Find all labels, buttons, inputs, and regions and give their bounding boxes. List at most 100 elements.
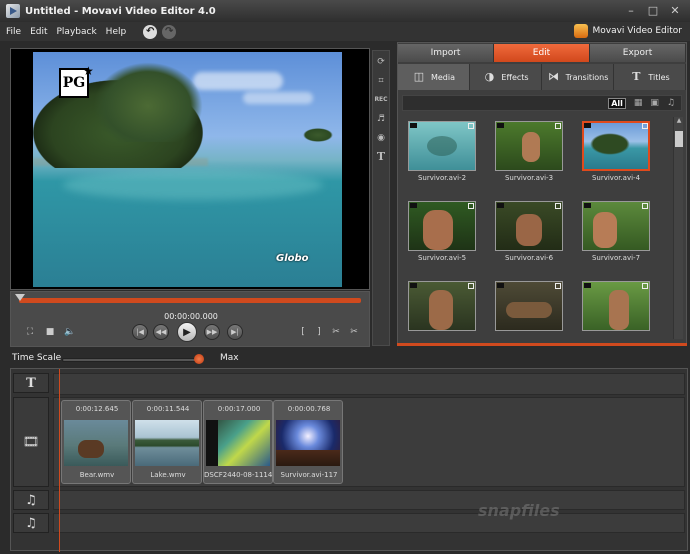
film-icon: [410, 203, 417, 208]
media-item[interactable]: [404, 277, 480, 337]
media-item[interactable]: [491, 277, 567, 337]
stop-icon[interactable]: ■: [43, 323, 57, 341]
filter-video-icon[interactable]: ▦: [634, 98, 643, 108]
film-icon: [410, 283, 417, 288]
volume-icon[interactable]: 🔈: [63, 323, 77, 341]
undo-icon[interactable]: ↶: [143, 24, 158, 39]
media-item[interactable]: [578, 277, 654, 337]
right-panel: Import Edit Export ◫ Media ◑ Effects ⧒ T…: [397, 42, 687, 346]
subtab-titles-label: Titles: [648, 72, 670, 82]
panel-accent-line: [397, 343, 687, 346]
fullscreen-icon[interactable]: ⛶: [23, 323, 37, 341]
scroll-up-icon[interactable]: ▲: [674, 117, 684, 127]
fast-forward-button[interactable]: ▶▶: [204, 324, 220, 340]
menu-help[interactable]: Help: [106, 27, 127, 37]
mark-out-icon[interactable]: ]: [313, 323, 325, 341]
select-icon: [468, 123, 474, 129]
time-scale: Time Scale Max: [0, 351, 690, 367]
audio-icon[interactable]: ♬: [373, 111, 389, 127]
time-scale-knob[interactable]: [194, 354, 204, 364]
media-item[interactable]: Survivor.avi-2: [404, 117, 480, 187]
previous-frame-button[interactable]: |◀: [132, 324, 148, 340]
media-item-selected[interactable]: Survivor.avi-4: [578, 117, 654, 187]
filter-audio-icon[interactable]: ♫: [667, 98, 675, 108]
mark-in-icon[interactable]: [: [297, 323, 309, 341]
tab-edit[interactable]: Edit: [494, 44, 590, 62]
subtab-titles[interactable]: T Titles: [614, 64, 686, 90]
next-frame-button[interactable]: ▶|: [227, 324, 243, 340]
title-track-icon[interactable]: T: [13, 373, 49, 393]
redo-icon[interactable]: ↷: [162, 24, 177, 39]
subtab-effects[interactable]: ◑ Effects: [470, 64, 542, 90]
audio-track-2[interactable]: [53, 513, 685, 533]
film-icon: [497, 123, 504, 128]
tab-import[interactable]: Import: [398, 44, 494, 62]
title-icon[interactable]: T: [373, 149, 389, 165]
scroll-thumb[interactable]: [675, 131, 683, 147]
subtab-transitions[interactable]: ⧒ Transitions: [542, 64, 614, 90]
brand: Movavi Video Editor: [574, 24, 682, 38]
time-scale-slider[interactable]: [62, 358, 202, 362]
cut-icon[interactable]: ✂: [347, 323, 361, 341]
media-filter-bar: All ▦ ▣ ♫: [402, 95, 682, 111]
select-icon: [642, 203, 648, 209]
media-item[interactable]: Survivor.avi-7: [578, 197, 654, 267]
media-item[interactable]: Survivor.avi-6: [491, 197, 567, 267]
film-icon: [410, 123, 417, 128]
subtab-media[interactable]: ◫ Media: [398, 64, 470, 90]
film-icon: [584, 123, 591, 128]
star-icon: ★: [83, 64, 94, 78]
split-icon[interactable]: ✂: [329, 323, 343, 341]
clip-duration: 0:00:17.000: [217, 405, 261, 413]
play-button[interactable]: ▶: [177, 322, 197, 342]
clip-name: Bear.wmv: [79, 471, 115, 479]
rewind-button[interactable]: ◀◀: [153, 324, 169, 340]
clip-duration: 0:00:11.544: [146, 405, 190, 413]
subtab-media-label: Media: [430, 72, 456, 82]
time-scale-max-label: Max: [220, 353, 239, 363]
select-icon: [642, 123, 648, 129]
filter-all-button[interactable]: All: [608, 97, 626, 109]
audio-track-icon[interactable]: ♫: [13, 490, 49, 510]
clip-name: DSCF2440-08-1114...: [204, 471, 274, 479]
tab-export[interactable]: Export: [590, 44, 686, 62]
select-icon: [468, 283, 474, 289]
timeline-clip[interactable]: 0:00:00.768 Survivor.avi-117: [273, 400, 343, 484]
progress-bar[interactable]: [19, 298, 361, 303]
timeline-clip[interactable]: 0:00:17.000 DSCF2440-08-1114...: [203, 400, 274, 484]
media-item-label: Survivor.avi-4: [591, 174, 641, 182]
close-button[interactable]: ✕: [666, 3, 684, 18]
record-icon[interactable]: REC: [373, 92, 389, 108]
timeline-clip[interactable]: 0:00:12.645 Bear.wmv: [61, 400, 131, 484]
timeline-clip[interactable]: 0:00:11.544 Lake.wmv: [132, 400, 202, 484]
timeline-cursor[interactable]: [59, 369, 60, 552]
media-item[interactable]: Survivor.avi-5: [404, 197, 480, 267]
select-icon: [642, 283, 648, 289]
media-item[interactable]: Survivor.avi-3: [491, 117, 567, 187]
select-icon: [468, 203, 474, 209]
menu-edit[interactable]: Edit: [30, 27, 47, 37]
media-item-label: Survivor.avi-6: [504, 254, 554, 262]
menu-playback[interactable]: Playback: [57, 27, 97, 37]
app-icon: [6, 4, 20, 18]
maximize-button[interactable]: □: [644, 3, 662, 18]
media-scrollbar[interactable]: ▲: [673, 117, 683, 339]
titles-icon: T: [632, 70, 641, 83]
title-track[interactable]: [53, 373, 685, 395]
brand-text: Movavi Video Editor: [592, 26, 682, 36]
menu-file[interactable]: File: [6, 27, 21, 37]
video-preview: PG ★ Globo: [33, 52, 342, 287]
crop-icon[interactable]: ⌗: [373, 73, 389, 89]
video-track-icon[interactable]: 🎞: [13, 397, 49, 487]
rotate-icon[interactable]: ⟳: [373, 54, 389, 70]
audio-track-1[interactable]: [53, 490, 685, 510]
clip-name: Survivor.avi-117: [280, 471, 338, 479]
film-icon: [584, 203, 591, 208]
progress-handle[interactable]: [15, 294, 25, 301]
subtab-transitions-label: Transitions: [565, 72, 609, 82]
color-icon[interactable]: ◉: [373, 130, 389, 146]
minimize-button[interactable]: –: [622, 3, 640, 18]
title-bar: Untitled - Movavi Video Editor 4.0 – □ ✕: [0, 0, 690, 22]
filter-image-icon[interactable]: ▣: [650, 98, 659, 108]
audio-track-2-icon[interactable]: ♫: [13, 513, 49, 533]
